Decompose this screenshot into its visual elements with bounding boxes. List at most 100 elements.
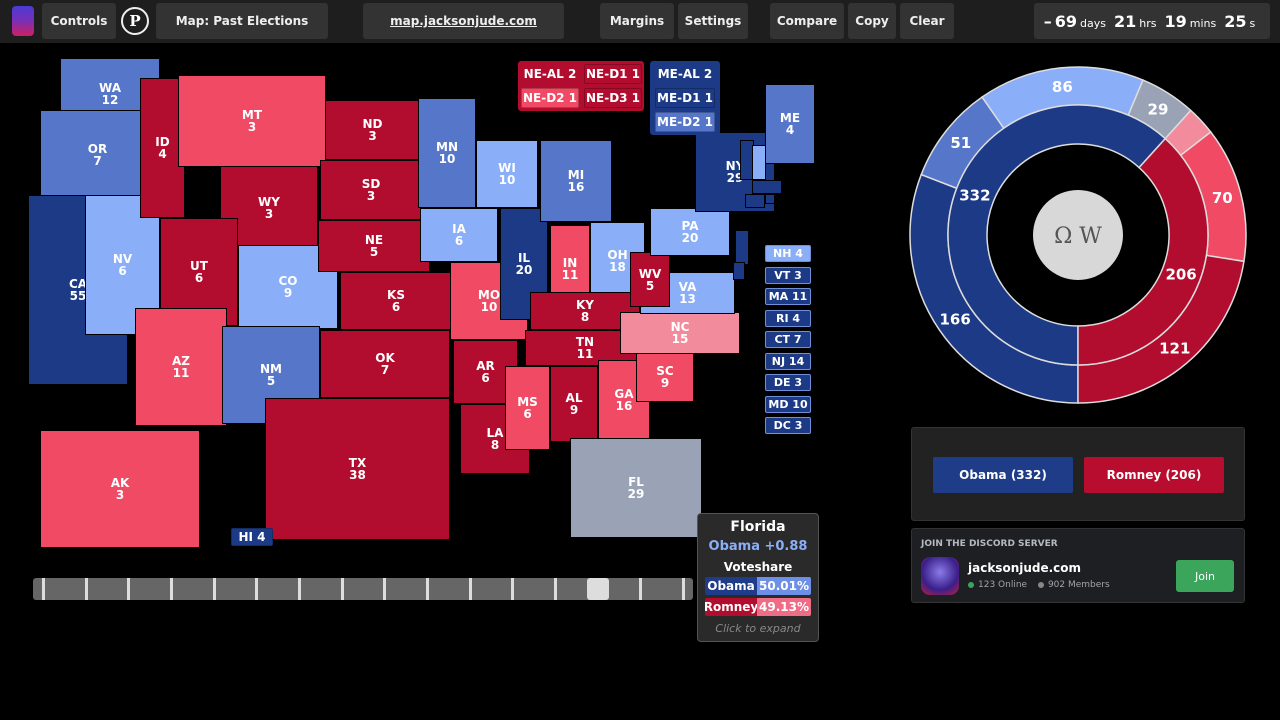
countdown-timer: – 69 days 21 hrs 19 mins 25 s <box>1034 3 1270 39</box>
small-state-shape[interactable] <box>733 262 745 280</box>
state-ms[interactable]: MS 6 <box>505 366 550 450</box>
state-tooltip[interactable]: Florida Obama +0.88 Voteshare Obama 50.01… <box>697 513 819 642</box>
small-state-box[interactable]: RI 4 <box>765 309 811 327</box>
state-ev: 3 <box>264 207 274 221</box>
small-state-box[interactable]: DE 3 <box>765 374 811 391</box>
state-sd[interactable]: SD 3 <box>320 160 422 220</box>
state-az[interactable]: AZ 11 <box>135 308 227 426</box>
small-state-box[interactable]: CT 7 <box>765 331 811 348</box>
small-state-box[interactable]: DC 3 <box>765 417 811 434</box>
candidate-panel: Obama (332) Romney (206) <box>911 427 1245 521</box>
state-ev: 7 <box>93 154 102 168</box>
state-nc[interactable]: NC 15 <box>620 312 740 354</box>
district-chip[interactable]: ME-AL 2 <box>653 64 717 84</box>
candidate-name: Romney <box>705 598 759 616</box>
timeline-tick[interactable] <box>212 578 216 600</box>
small-state-shape[interactable] <box>735 230 749 265</box>
state-me[interactable]: ME 4 <box>765 84 815 164</box>
state-fl[interactable]: FL 29 <box>570 438 702 538</box>
small-state-box[interactable]: NJ 14 <box>765 352 811 370</box>
small-state-shape[interactable] <box>752 145 766 180</box>
state-ks[interactable]: KS 6 <box>340 272 452 330</box>
state-al[interactable]: AL 9 <box>550 366 598 442</box>
small-state-shape[interactable] <box>765 194 775 204</box>
district-chip[interactable]: NE-D1 1 <box>584 64 642 84</box>
state-ev: 6 <box>194 271 204 285</box>
state-hi[interactable]: HI 4 <box>231 528 273 546</box>
url-link[interactable]: map.jacksonjude.com <box>363 3 564 39</box>
district-chip[interactable]: ME-D2 1 <box>655 112 715 132</box>
district-chip[interactable]: NE-D3 1 <box>584 88 642 108</box>
timeline-tick[interactable] <box>426 578 429 600</box>
state-nd[interactable]: ND 3 <box>325 100 420 160</box>
state-wv[interactable]: WV 5 <box>630 252 670 307</box>
romney-button[interactable]: Romney (206) <box>1084 457 1224 493</box>
state-ok[interactable]: OK 7 <box>320 330 450 398</box>
timeline-tick[interactable] <box>298 578 301 600</box>
state-ev: 5 <box>266 374 276 388</box>
district-chip[interactable]: ME-D1 1 <box>655 88 715 108</box>
state-mn[interactable]: MN 10 <box>418 98 476 208</box>
state-ev: 20 <box>515 263 533 277</box>
clear-button[interactable]: Clear <box>900 3 954 39</box>
discord-header: JOIN THE DISCORD SERVER <box>921 539 1058 549</box>
outer-slice-label: 29 <box>1148 100 1169 118</box>
small-state-box[interactable]: MA 11 <box>765 288 811 305</box>
small-state-shape[interactable] <box>752 180 782 194</box>
settings-button[interactable]: Settings <box>678 3 748 39</box>
timeline-tick[interactable] <box>84 578 88 600</box>
state-sc[interactable]: SC 9 <box>636 352 694 402</box>
join-button[interactable]: Join <box>1176 560 1234 592</box>
timeline-tick[interactable] <box>682 578 685 600</box>
inner-slice-label: 206 <box>1165 266 1196 284</box>
timeline-tick[interactable] <box>511 578 515 600</box>
candidate-pct: 49.13% <box>757 598 811 616</box>
timeline-slider[interactable] <box>33 578 693 600</box>
small-state-shape[interactable] <box>745 194 765 208</box>
timeline-tick[interactable] <box>639 578 643 600</box>
state-ev: 10 <box>438 152 456 166</box>
timeline-tick[interactable] <box>170 578 173 600</box>
state-mi[interactable]: MI 16 <box>540 140 612 222</box>
countdown-sign: – <box>1043 12 1052 31</box>
state-or[interactable]: OR 7 <box>40 110 155 200</box>
map-type-button[interactable]: Map: Past Elections <box>156 3 328 39</box>
small-state-box[interactable]: NH 4 <box>765 245 811 262</box>
server-name: jacksonjude.com <box>968 561 1082 575</box>
small-state-box[interactable]: VT 3 <box>765 266 811 284</box>
state-ev: 9 <box>569 403 579 417</box>
district-chip[interactable]: NE-D2 1 <box>521 88 579 108</box>
timeline-tick[interactable] <box>554 578 557 600</box>
state-wi[interactable]: WI 10 <box>476 140 538 208</box>
timeline-tick[interactable] <box>468 578 472 600</box>
timeline-tick[interactable] <box>255 578 259 600</box>
controls-button[interactable]: Controls <box>42 3 116 39</box>
timeline-tick[interactable] <box>42 578 45 600</box>
inner-slice-label: 332 <box>959 186 990 204</box>
small-state-box[interactable]: MD 10 <box>765 395 811 413</box>
obama-button[interactable]: Obama (332) <box>933 457 1073 493</box>
slider-thumb[interactable] <box>586 578 609 600</box>
copy-button[interactable]: Copy <box>848 3 896 39</box>
timeline-tick[interactable] <box>340 578 344 600</box>
site-logo[interactable] <box>12 6 34 36</box>
state-ne[interactable]: NE 5 <box>318 220 430 272</box>
timeline-tick[interactable] <box>127 578 131 600</box>
state-pa[interactable]: PA 20 <box>650 208 730 256</box>
state-ev: 18 <box>609 260 626 274</box>
timeline-tick[interactable] <box>383 578 387 600</box>
district-chip[interactable]: NE-AL 2 <box>521 64 579 84</box>
state-ak[interactable]: AK 3 <box>40 430 200 548</box>
state-tx[interactable]: TX 38 <box>265 398 450 540</box>
tooltip-margin: Obama +0.88 <box>708 539 808 554</box>
state-mt[interactable]: MT 3 <box>178 75 326 167</box>
top-bar: Controls P Map: Past Elections map.jacks… <box>0 0 1280 43</box>
p-icon-button[interactable]: P <box>121 7 149 35</box>
countdown-mins: 19 <box>1164 12 1187 31</box>
margins-button[interactable]: Margins <box>600 3 674 39</box>
state-ev: 8 <box>580 310 590 324</box>
electoral-map: WA 12 OR 7 CA 55 NV 6 ID 4 MT 3 WY 3 UT 6 AZ 11 CO 9 NM 5 ND 3 S… <box>0 43 900 573</box>
candidate-pct: 50.01% <box>757 577 811 595</box>
compare-button[interactable]: Compare <box>770 3 844 39</box>
state-ia[interactable]: IA 6 <box>420 208 498 262</box>
